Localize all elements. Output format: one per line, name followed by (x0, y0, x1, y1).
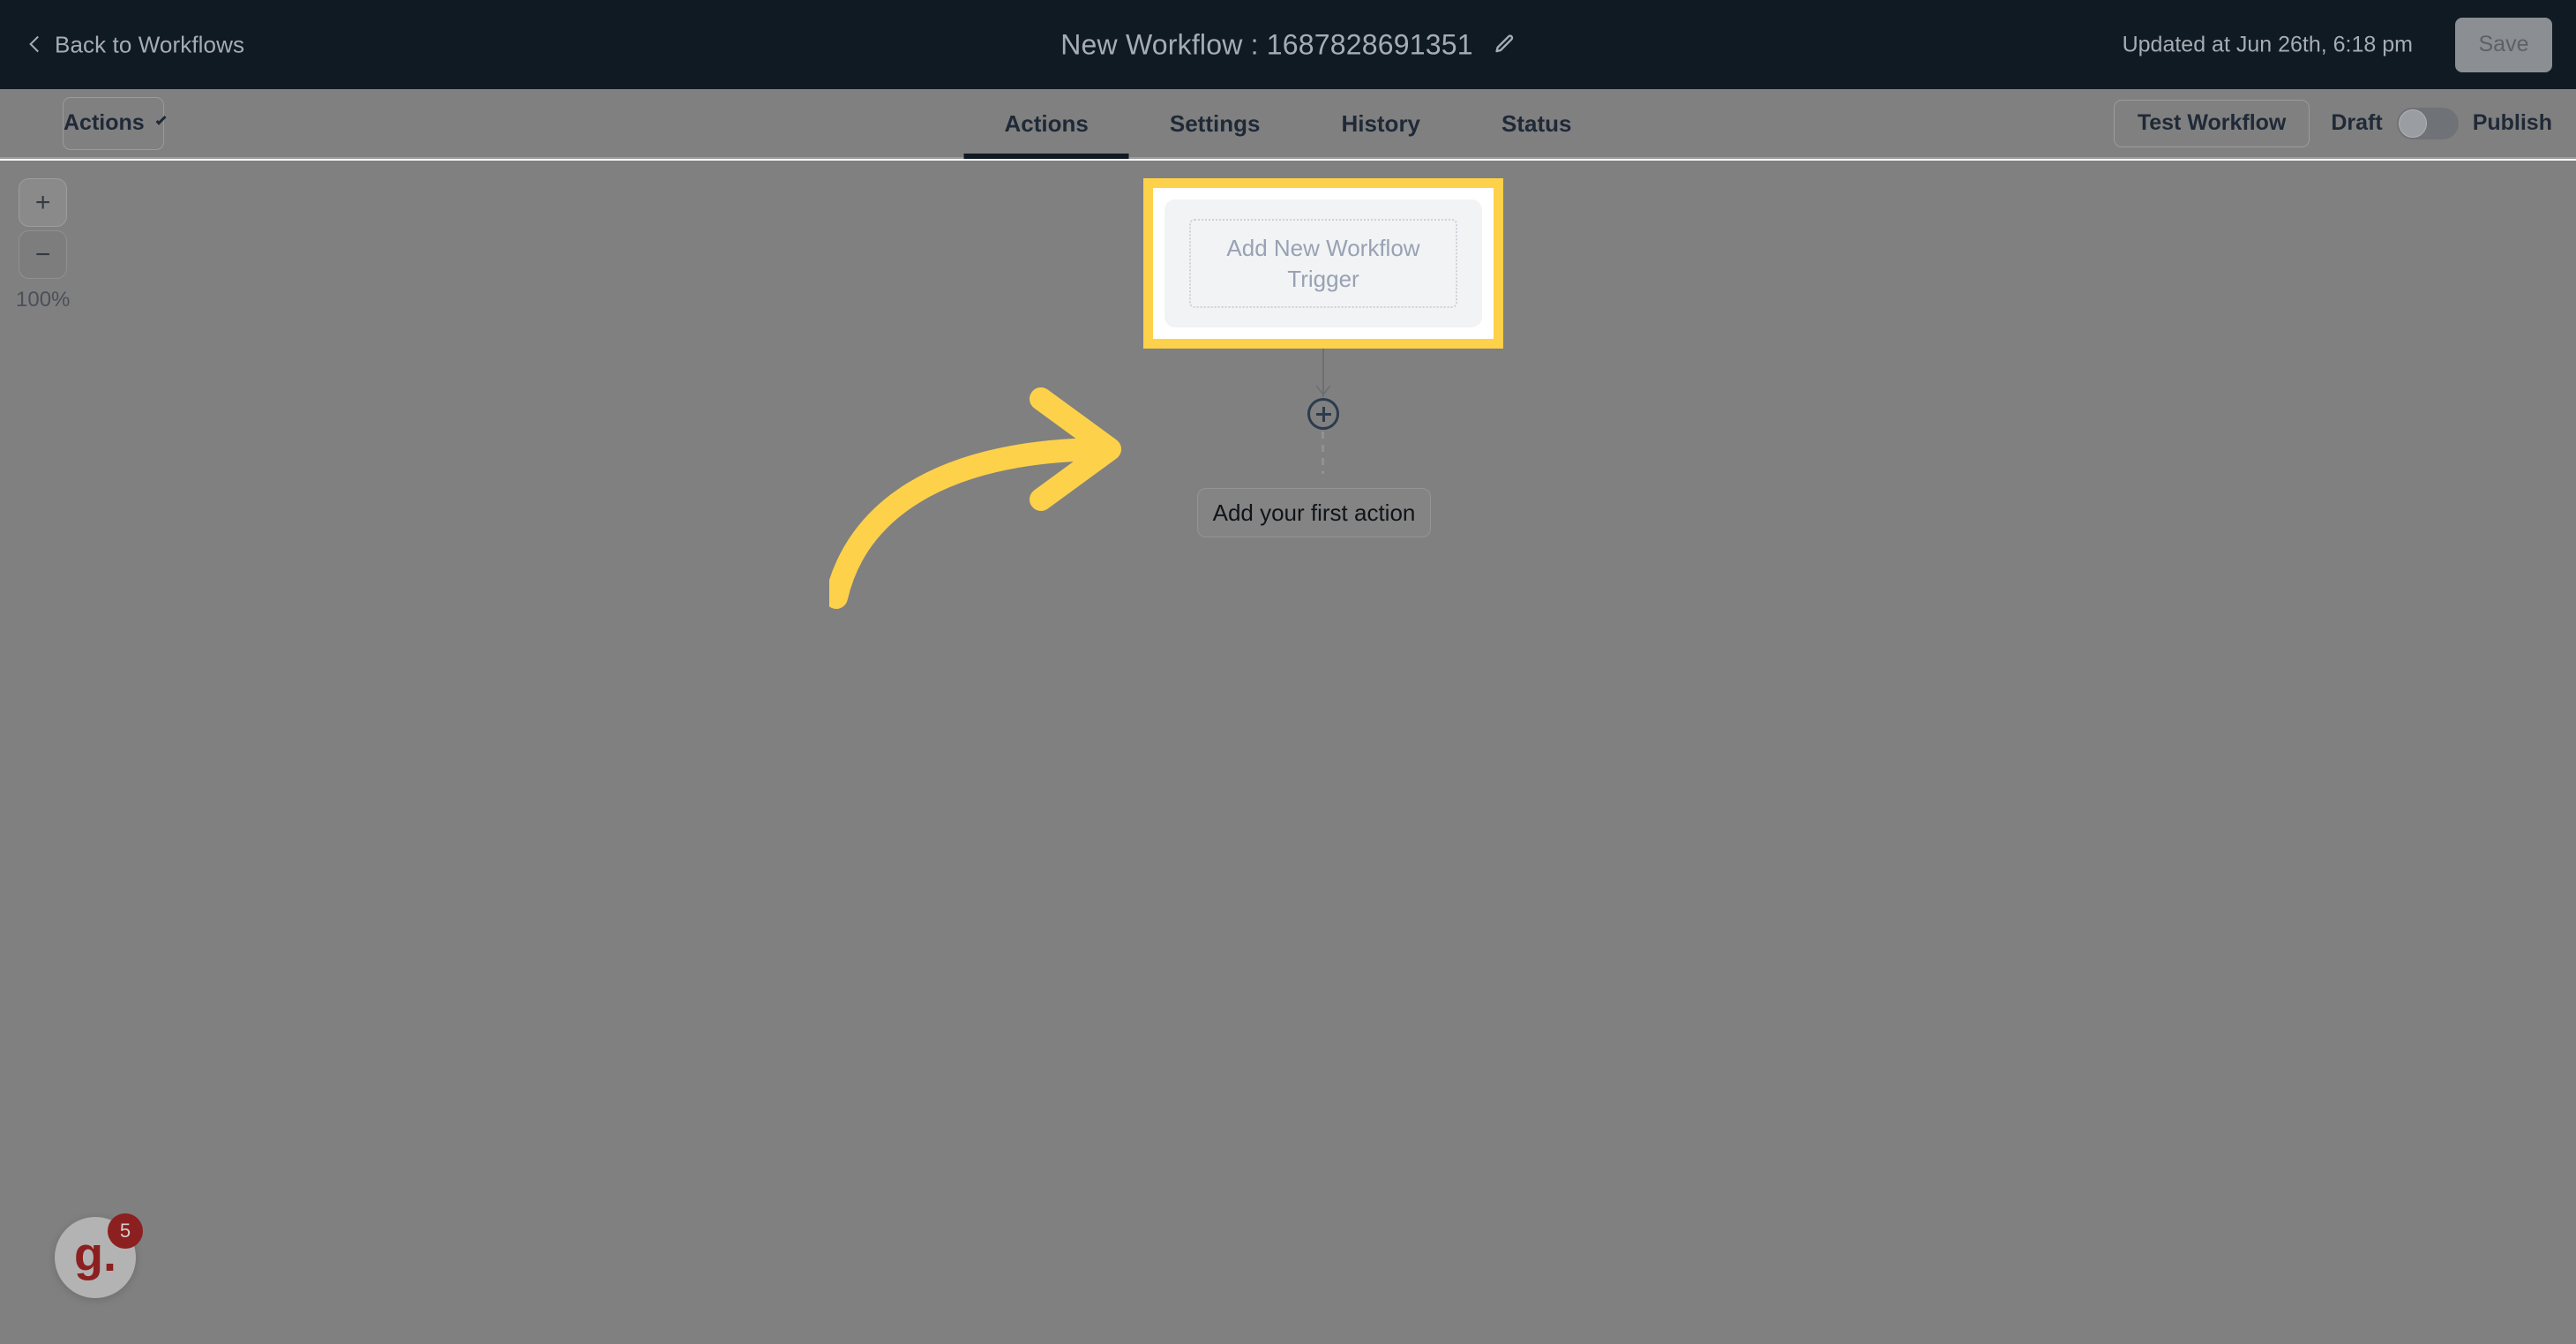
trigger-highlight-inner: Add New Workflow Trigger (1153, 188, 1494, 339)
actions-dropdown-label: Actions (64, 110, 145, 135)
tab-bar: Actions Settings History Status (963, 89, 1613, 159)
toggle-knob (2398, 109, 2427, 138)
tab-history[interactable]: History (1300, 89, 1461, 159)
connector-line-dashed (1322, 432, 1324, 474)
brand-logo: g. (74, 1228, 116, 1282)
save-button[interactable]: Save (2455, 17, 2552, 72)
tab-status-label: Status (1501, 110, 1572, 137)
tab-history-label: History (1341, 110, 1421, 137)
zoom-controls: + − 100% (16, 178, 70, 312)
tab-settings[interactable]: Settings (1129, 89, 1301, 159)
top-header: Back to Workflows New Workflow : 1687828… (0, 0, 2576, 89)
toolbar-right-controls: Test Workflow Draft Publish (2113, 99, 2552, 147)
page-title: New Workflow : 1687828691351 (1060, 28, 1473, 60)
trigger-highlight-frame: Add New Workflow Trigger (1143, 178, 1503, 349)
back-to-workflows-label: Back to Workflows (55, 31, 245, 57)
publish-label: Publish (2472, 110, 2552, 135)
workflow-canvas[interactable]: + − 100% Add New Workflow Trigger Add yo… (0, 161, 2576, 1344)
add-your-first-action-button[interactable]: Add your first action (1197, 488, 1431, 537)
chevron-left-icon (29, 35, 46, 53)
back-to-workflows-link[interactable]: Back to Workflows (29, 31, 245, 58)
draft-publish-toggle[interactable] (2396, 107, 2459, 139)
plus-icon-vertical (1322, 406, 1325, 422)
draft-label: Draft (2331, 110, 2383, 135)
zoom-in-button[interactable]: + (19, 178, 68, 227)
updated-at-label: Updated at Jun 26th, 6:18 pm (2122, 32, 2413, 56)
help-launcher[interactable]: g. 5 (55, 1213, 143, 1298)
notification-badge: 5 (108, 1213, 143, 1249)
tab-actions-label: Actions (1004, 110, 1089, 137)
tab-actions[interactable]: Actions (963, 89, 1130, 159)
zoom-out-button[interactable]: − (19, 230, 68, 279)
actions-dropdown[interactable]: Actions (63, 96, 167, 150)
workflow-trigger-card[interactable]: Add New Workflow Trigger (1164, 199, 1482, 327)
workflow-toolbar: Actions Actions Settings History Status … (0, 89, 2576, 159)
pencil-icon[interactable] (1493, 34, 1516, 56)
zoom-level-label: 100% (16, 288, 71, 312)
chevron-down-icon (155, 114, 167, 125)
curved-arrow-right-icon (829, 387, 1121, 609)
add-new-workflow-trigger-button[interactable]: Add New Workflow Trigger (1189, 219, 1457, 308)
tab-settings-label: Settings (1169, 110, 1261, 137)
add-step-button[interactable] (1307, 398, 1339, 430)
publish-toggle-group: Draft Publish (2331, 107, 2552, 139)
test-workflow-button[interactable]: Test Workflow (2113, 99, 2310, 147)
tab-status[interactable]: Status (1461, 89, 1612, 159)
workflow-title-group: New Workflow : 1687828691351 (1060, 28, 1516, 61)
